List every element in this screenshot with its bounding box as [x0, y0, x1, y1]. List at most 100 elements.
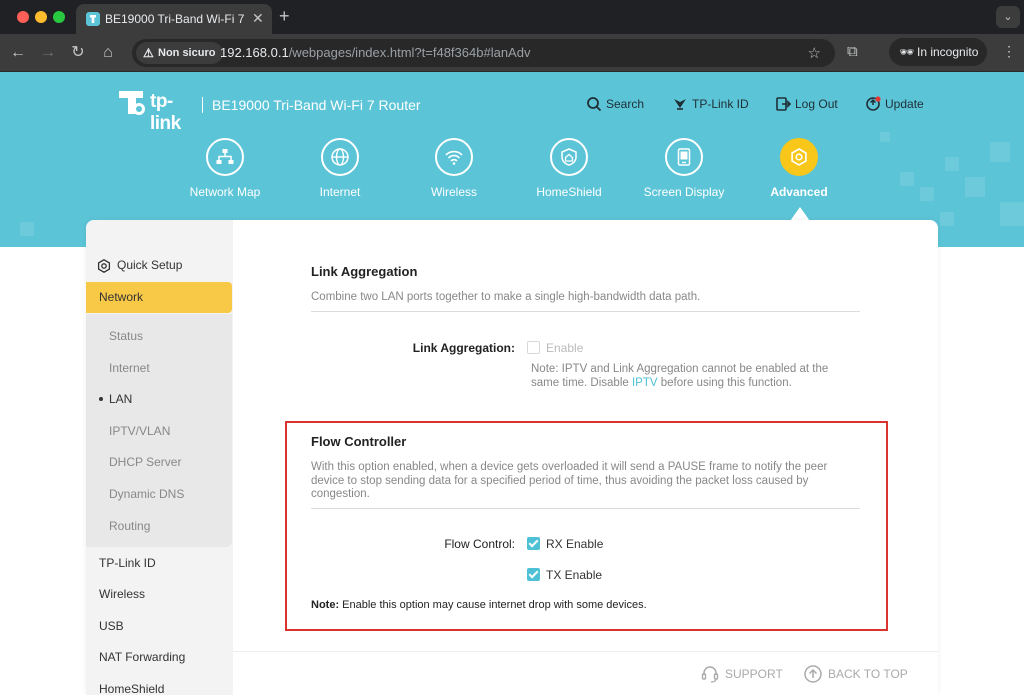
- url-path: /webpages/index.html?t=f48f364b#lanAdv: [288, 45, 531, 60]
- link-aggregation-note: Note: IPTV and Link Aggregation cannot b…: [531, 363, 843, 390]
- tab-search-chevron-icon[interactable]: ⌄: [996, 6, 1020, 28]
- decor-pixel: [900, 172, 914, 186]
- sidebar-subitem-lan-label: LAN: [109, 392, 133, 406]
- decor-pixel: [990, 142, 1010, 162]
- sidebar-item-network[interactable]: Network: [86, 282, 232, 313]
- nav-advanced-label: Advanced: [770, 185, 828, 199]
- globe-icon: [321, 138, 359, 176]
- headset-icon: [701, 666, 719, 683]
- sidebar-subitem-dynamic-dns[interactable]: Dynamic DNS: [109, 487, 184, 501]
- arrow-up-circle-icon: [804, 665, 822, 683]
- sidebar-item-wireless-label: Wireless: [99, 587, 146, 601]
- home-icon[interactable]: ⌂: [98, 43, 118, 63]
- sidebar-item-tplink-id[interactable]: TP-Link ID: [86, 548, 233, 579]
- browser-tab[interactable]: BE19000 Tri-Band Wi-Fi 7 Ro ✕: [76, 4, 272, 34]
- nav-wireless-label: Wireless: [430, 185, 477, 199]
- browser-menu-icon[interactable]: ⋮: [1002, 43, 1016, 60]
- nav-internet-label: Internet: [319, 185, 361, 199]
- new-tab-button[interactable]: +: [279, 6, 290, 27]
- quick-setup-icon: [97, 259, 111, 273]
- extensions-puzzle-icon[interactable]: ⧉: [847, 43, 858, 60]
- support-link[interactable]: SUPPORT: [701, 665, 783, 683]
- sidebar-item-wireless[interactable]: Wireless: [86, 579, 233, 610]
- section-divider: [311, 311, 860, 312]
- bookmark-star-icon[interactable]: ☆: [808, 44, 821, 62]
- nav-internet[interactable]: Internet: [285, 138, 395, 199]
- nav-homeshield-label: HomeShield: [536, 185, 602, 199]
- decor-pixel: [1000, 202, 1024, 226]
- url-host: 192.168.0.1: [220, 45, 289, 60]
- iptv-link[interactable]: IPTV: [632, 377, 658, 389]
- logout-label: Log Out: [795, 97, 838, 111]
- sidebar-subitem-lan[interactable]: LAN: [99, 392, 132, 406]
- search-label: Search: [606, 97, 645, 111]
- warning-triangle-icon: ⚠: [143, 46, 154, 60]
- sidebar-subitem-iptv-vlan[interactable]: IPTV/VLAN: [109, 424, 170, 438]
- nav-wireless[interactable]: Wireless: [399, 138, 509, 199]
- link-aggregation-enable-label: Enable: [546, 341, 584, 355]
- sidebar-subitem-routing[interactable]: Routing: [109, 519, 150, 533]
- search-icon: [587, 97, 602, 112]
- sidebar-subitem-dhcp-server[interactable]: DHCP Server: [109, 455, 181, 469]
- nav-screen-display-label: Screen Display: [643, 185, 725, 199]
- sidebar-item-nat-forwarding-label: NAT Forwarding: [99, 650, 186, 664]
- not-secure-badge[interactable]: ⚠ Non sicuro: [136, 42, 224, 64]
- reload-icon[interactable]: ↻: [68, 43, 88, 63]
- tplink-id-link[interactable]: TP-Link ID: [672, 96, 749, 112]
- link-aggregation-enable-checkbox[interactable]: [527, 341, 540, 354]
- screen-display-icon: [665, 138, 703, 176]
- forward-arrow-icon[interactable]: →: [38, 43, 58, 63]
- router-model: BE19000 Tri-Band Wi-Fi 7 Router: [212, 97, 421, 113]
- incognito-badge[interactable]: 🕶 In incognito: [889, 38, 987, 66]
- nav-homeshield[interactable]: HomeShield: [514, 138, 624, 199]
- update-link[interactable]: Update: [865, 96, 924, 112]
- sidebar-item-usb[interactable]: USB: [86, 611, 233, 642]
- sidebar-item-homeshield-label: HomeShield: [99, 682, 165, 695]
- back-arrow-icon[interactable]: ←: [8, 43, 28, 63]
- decor-pixel: [20, 222, 34, 236]
- decor-pixel: [920, 187, 934, 201]
- update-icon: [866, 96, 881, 111]
- sidebar-subitem-status[interactable]: Status: [109, 329, 143, 343]
- sidebar-item-quick-setup[interactable]: Quick Setup: [86, 250, 233, 281]
- logout-link[interactable]: Log Out: [775, 96, 838, 112]
- decor-pixel: [940, 212, 954, 226]
- homeshield-icon: [550, 138, 588, 176]
- nav-screen-display[interactable]: Screen Display: [629, 138, 739, 199]
- link-aggregation-note-suffix: before using this function.: [657, 376, 792, 389]
- tab-close-icon[interactable]: ✕: [252, 10, 264, 27]
- url-text[interactable]: 192.168.0.1/webpages/index.html?t=f48f36…: [220, 45, 530, 60]
- page-footer: SUPPORT BACK TO TOP: [233, 651, 938, 695]
- decor-pixel: [880, 132, 890, 142]
- link-aggregation-field-label: Link Aggregation:: [412, 341, 515, 355]
- back-to-top-link[interactable]: BACK TO TOP: [804, 665, 908, 683]
- flow-controller-highlight-box: [285, 421, 888, 631]
- tplink-logo-icon: [119, 91, 145, 115]
- sidebar-item-nat-forwarding[interactable]: NAT Forwarding: [86, 642, 233, 673]
- nav-network-map[interactable]: Network Map: [170, 138, 280, 199]
- nav-advanced[interactable]: Advanced: [744, 138, 854, 199]
- sidebar-subitem-internet[interactable]: Internet: [109, 361, 150, 375]
- search-link[interactable]: Search: [586, 96, 644, 112]
- user-id-icon: [674, 99, 686, 110]
- link-aggregation-title: Link Aggregation: [311, 264, 418, 279]
- sidebar-item-tplink-id-label: TP-Link ID: [99, 556, 156, 570]
- back-to-top-label: BACK TO TOP: [828, 667, 908, 681]
- address-bar[interactable]: ⚠ Non sicuro 192.168.0.1/webpages/index.…: [132, 39, 835, 67]
- browser-toolbar: ← → ↻ ⌂ ⚠ Non sicuro 192.168.0.1/webpage…: [0, 34, 1024, 72]
- decor-pixel: [965, 177, 985, 197]
- zoom-window-button[interactable]: [53, 11, 65, 23]
- sidebar-item-usb-label: USB: [99, 619, 124, 633]
- update-label: Update: [885, 97, 924, 111]
- network-map-icon: [206, 138, 244, 176]
- sidebar: Quick Setup Network Status Internet LAN …: [86, 220, 233, 695]
- minimize-window-button[interactable]: [35, 11, 47, 23]
- sidebar-item-homeshield[interactable]: HomeShield: [86, 674, 233, 695]
- incognito-icon: 🕶: [899, 45, 915, 59]
- sidebar-network-submenu: Status Internet LAN IPTV/VLAN DHCP Serve…: [86, 314, 232, 547]
- sidebar-item-quick-setup-label: Quick Setup: [117, 258, 183, 272]
- close-window-button[interactable]: [17, 11, 29, 23]
- decor-pixel: [945, 157, 959, 171]
- logout-icon: [776, 97, 791, 111]
- sidebar-item-network-label: Network: [99, 290, 144, 304]
